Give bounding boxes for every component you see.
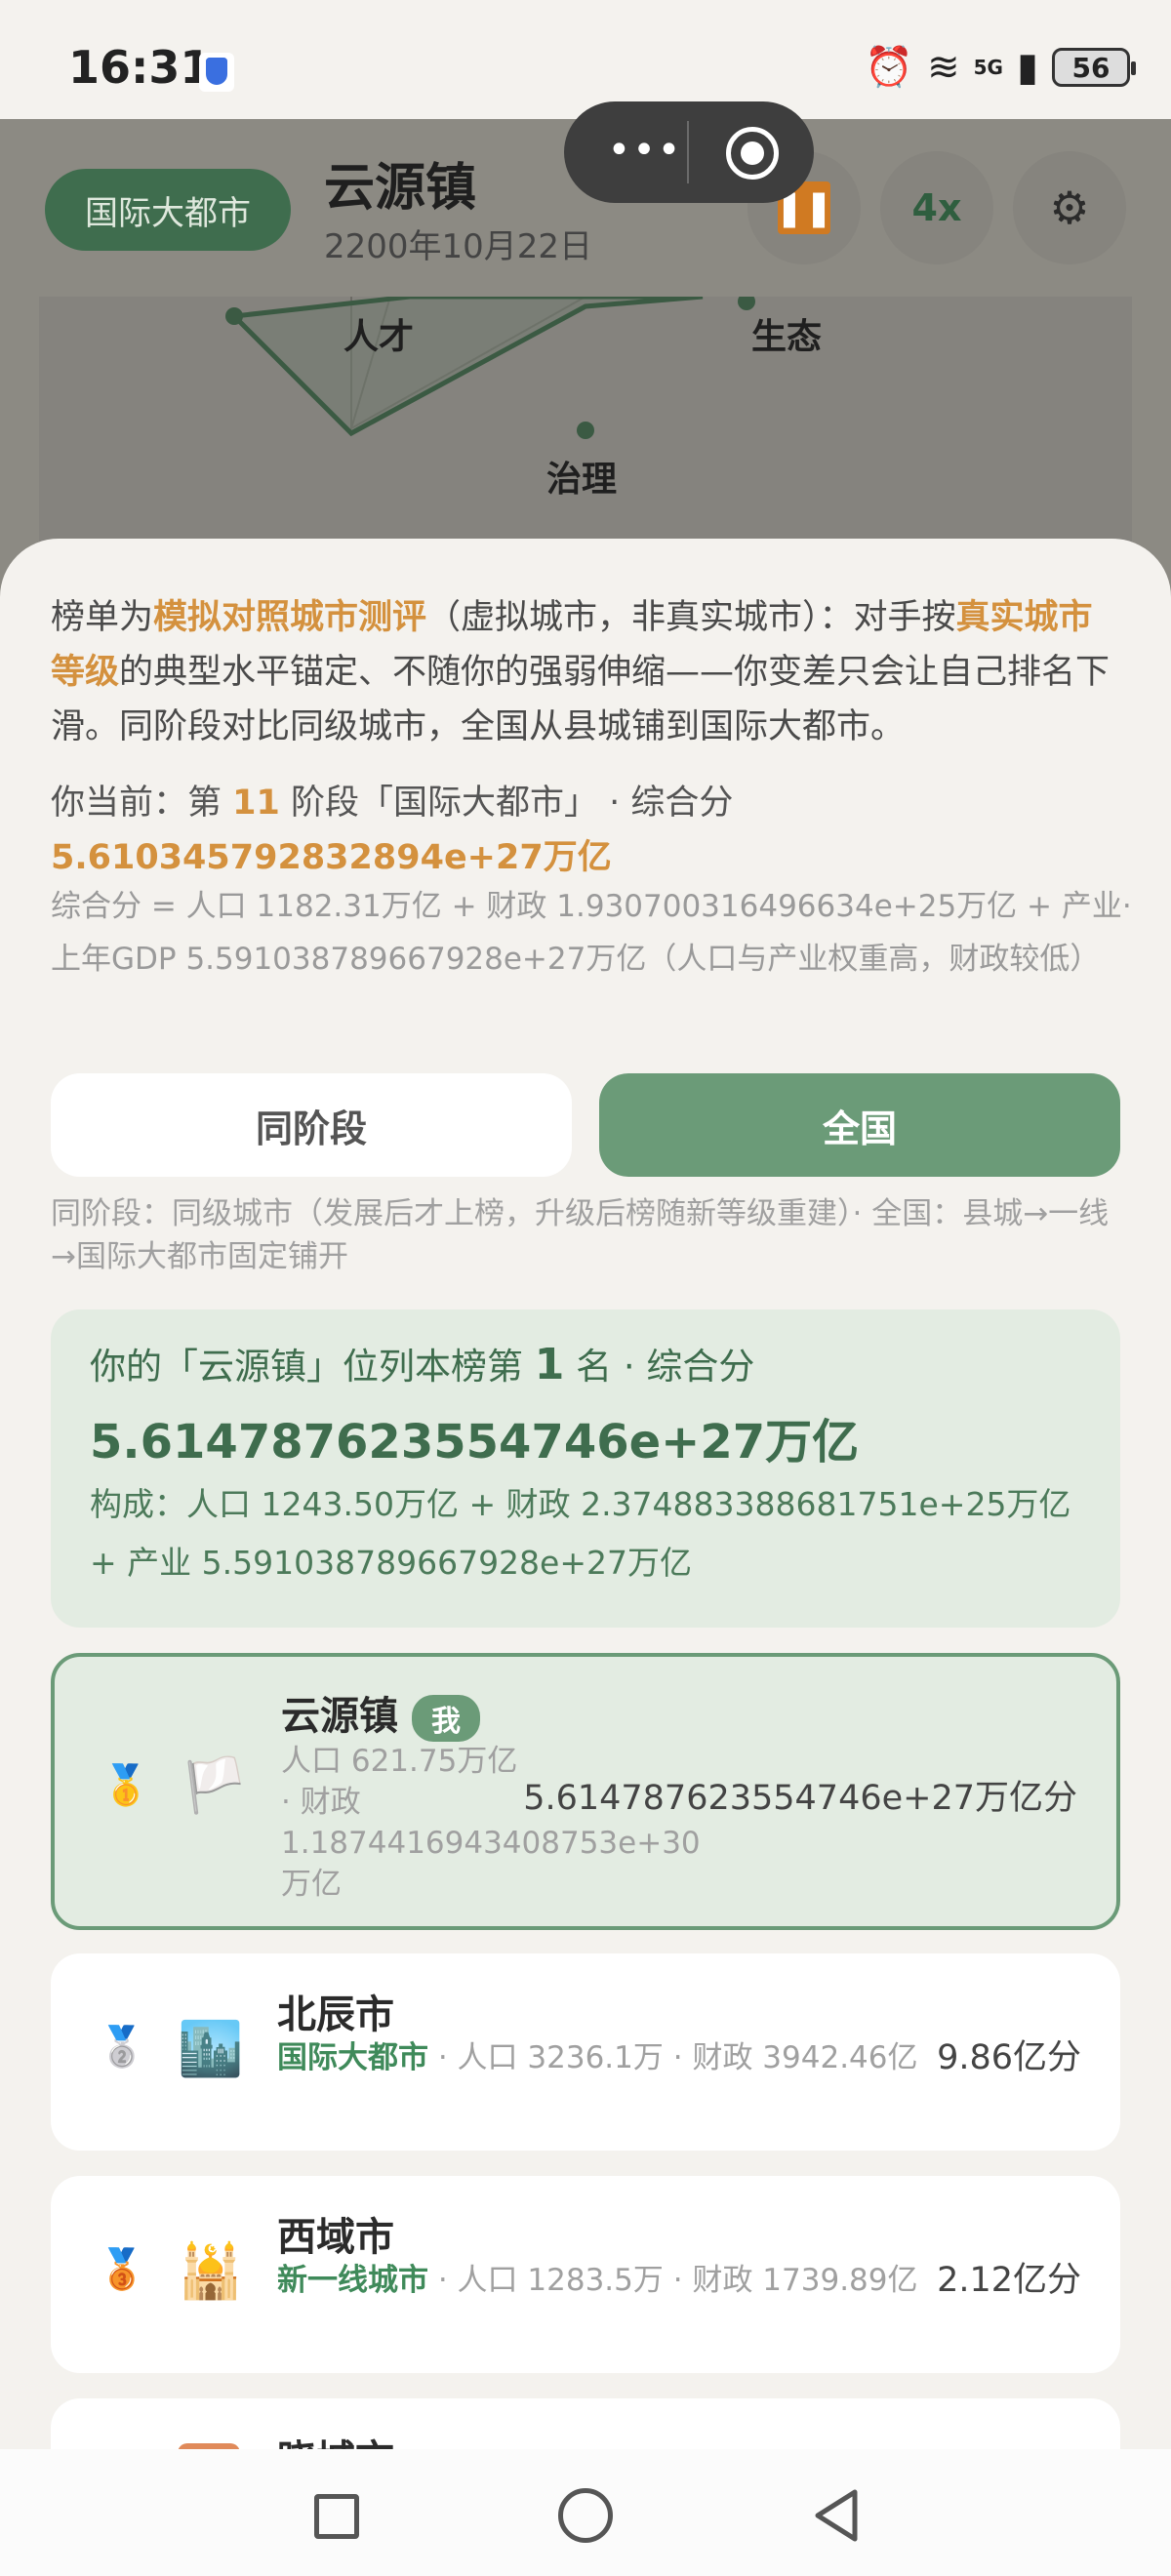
- rank-city-stats: · 人口 3236.1万 · 财政 3942.46亿: [428, 2040, 918, 2075]
- close-miniprogram-icon[interactable]: [726, 127, 779, 180]
- radar-label-governance: 治理: [546, 460, 618, 500]
- ranking-row[interactable]: 🥇 🏳️ 云源镇我 人口 621.75万亿 · 财政 1.18744169434…: [51, 1653, 1120, 1930]
- mosque-icon: 🕌: [178, 2240, 244, 2302]
- current-score: 5.61034579283289​4e+27万亿: [51, 838, 612, 877]
- intro-text-2: （虚拟城市，非真实城市）：对手按: [426, 598, 956, 637]
- city-name: 云源镇: [324, 159, 477, 218]
- summary-composition: 构成：人口 1243.50万亿 + 财政 2.374883388681751e+…: [90, 1485, 1071, 1582]
- radar-label-ecology: 生态: [751, 317, 823, 357]
- more-icon[interactable]: •••: [601, 125, 689, 180]
- summary-score: 5.614787623554746e+27万亿: [90, 1415, 860, 1469]
- miniprogram-capsule: •••: [564, 101, 814, 203]
- summary-rank-line: 你的「云源镇」位列本榜第 1 名 · 综合分: [90, 1337, 1081, 1389]
- signal-icon: ▮: [1016, 45, 1038, 90]
- shield-icon: [199, 53, 234, 92]
- tabs-note: 同阶段：同级城市（发展后才上榜，升级后榜随新等级重建）· 全国：县城→一线→国际…: [51, 1196, 1110, 1274]
- current-prefix: 你当前：第: [51, 784, 233, 823]
- back-icon[interactable]: [808, 2486, 867, 2545]
- rank-city-name: 北辰市: [277, 1992, 394, 2037]
- summary-suffix: 名 · 综合分: [564, 1346, 755, 1388]
- gear-icon: ⚙: [1049, 181, 1090, 234]
- rank-city-detail: 国际大都市 · 人口 3236.1万 · 财政 3942.46亿: [277, 2037, 980, 2078]
- battery-icon: 56: [1052, 48, 1136, 87]
- rank-city-score: 5.614787623554746e+27万亿分: [523, 1779, 1077, 1818]
- battery-level: 56: [1071, 51, 1110, 84]
- current-stage: 你当前：第 11 阶段「国际大都市」 · 综合分: [51, 776, 1124, 830]
- me-badge: 我: [412, 1695, 480, 1742]
- silver-medal-icon: 🥈: [98, 2025, 146, 2070]
- tab-national[interactable]: 全国: [599, 1073, 1120, 1177]
- white-flag-icon: 🏳️: [182, 1754, 248, 1816]
- score-formula: 综合分 = 人口 1182.31万亿 + 财政 1.93070031649663…: [51, 889, 1132, 977]
- current-suffix: 阶段「国际大都市」 · 综合分: [279, 784, 734, 823]
- status-time: 16:31: [68, 41, 212, 94]
- rank-city-name: 西域市: [277, 2215, 394, 2260]
- wifi-icon: ≋: [927, 45, 960, 90]
- rank-city-stats: · 人口 1283.5万 · 财政 1739.89亿: [428, 2263, 918, 2298]
- rank-city-score: 9.86亿分: [937, 2038, 1081, 2077]
- radar-area: [228, 297, 704, 437]
- current-stage-number: 11: [232, 784, 280, 823]
- my-rank-summary: 你的「云源镇」位列本榜第 1 名 · 综合分 5.614787623554746…: [51, 1309, 1120, 1628]
- rank-city-level: 国际大都市: [277, 2040, 428, 2075]
- intro-highlight-1: 模拟对照城市测评: [153, 598, 427, 637]
- recent-apps-icon[interactable]: [314, 2494, 359, 2539]
- skyline-icon: 🏙️: [178, 2018, 244, 2079]
- rank-city-score: 2.12亿分: [937, 2261, 1081, 2300]
- ranking-intro: 榜单为模拟对照城市测评（虚拟城市，非真实城市）：对手按真实城市等级的典型水平锚定…: [51, 590, 1124, 754]
- rank-city-level: 新一线城市: [277, 2263, 428, 2298]
- capsule-divider: [687, 121, 689, 183]
- rank-city-name: 云源镇: [281, 1694, 398, 1739]
- rank-city-detail: 人口 621.75万亿 · 财政 1.1874416943408753e+30万…: [281, 1744, 701, 1902]
- home-icon[interactable]: [558, 2488, 613, 2543]
- rank-city-detail: 新一线城市 · 人口 1283.5万 · 财政 1739.89亿: [277, 2260, 980, 2301]
- ranking-row[interactable]: 🥉 🕌 西域市 新一线城市 · 人口 1283.5万 · 财政 1739.89亿…: [51, 2176, 1120, 2373]
- bronze-medal-icon: 🥉: [98, 2247, 146, 2292]
- gold-medal-icon: 🥇: [101, 1763, 150, 1808]
- summary-prefix: 你的「云源镇」位列本榜第: [90, 1346, 535, 1388]
- tab-same-stage[interactable]: 同阶段: [51, 1073, 572, 1177]
- ranking-row[interactable]: 🥈 🏙️ 北辰市 国际大都市 · 人口 3236.1万 · 财政 3942.46…: [51, 1953, 1120, 2151]
- speed-button[interactable]: 4x: [880, 151, 993, 264]
- intro-text-3: 的典型水平锚定、不随你的强弱伸缩——你变差只会让自己排名下滑。同阶段对比同级城市…: [51, 653, 1110, 746]
- status-icons: ⏰ ≋ 5G ▮ 56: [865, 43, 1136, 92]
- radar-point-talent: [225, 307, 243, 325]
- radar-label-talent: 人才: [343, 317, 415, 357]
- alarm-icon: ⏰: [865, 45, 914, 90]
- city-level-badge[interactable]: 国际大都市: [45, 169, 291, 251]
- city-name-me: 云源镇我: [281, 1684, 480, 1742]
- settings-button[interactable]: ⚙: [1013, 151, 1126, 264]
- summary-rank: 1: [534, 1340, 565, 1389]
- status-bar: 16:31 ⏰ ≋ 5G ▮ 56: [0, 0, 1171, 119]
- game-date: 2200年10月22日: [324, 227, 593, 266]
- intro-text-1: 榜单为: [51, 598, 154, 637]
- network-label: 5G: [973, 56, 1003, 79]
- radar-point-governance: [577, 422, 594, 439]
- ranking-tabs: 同阶段 全国: [51, 1073, 1120, 1177]
